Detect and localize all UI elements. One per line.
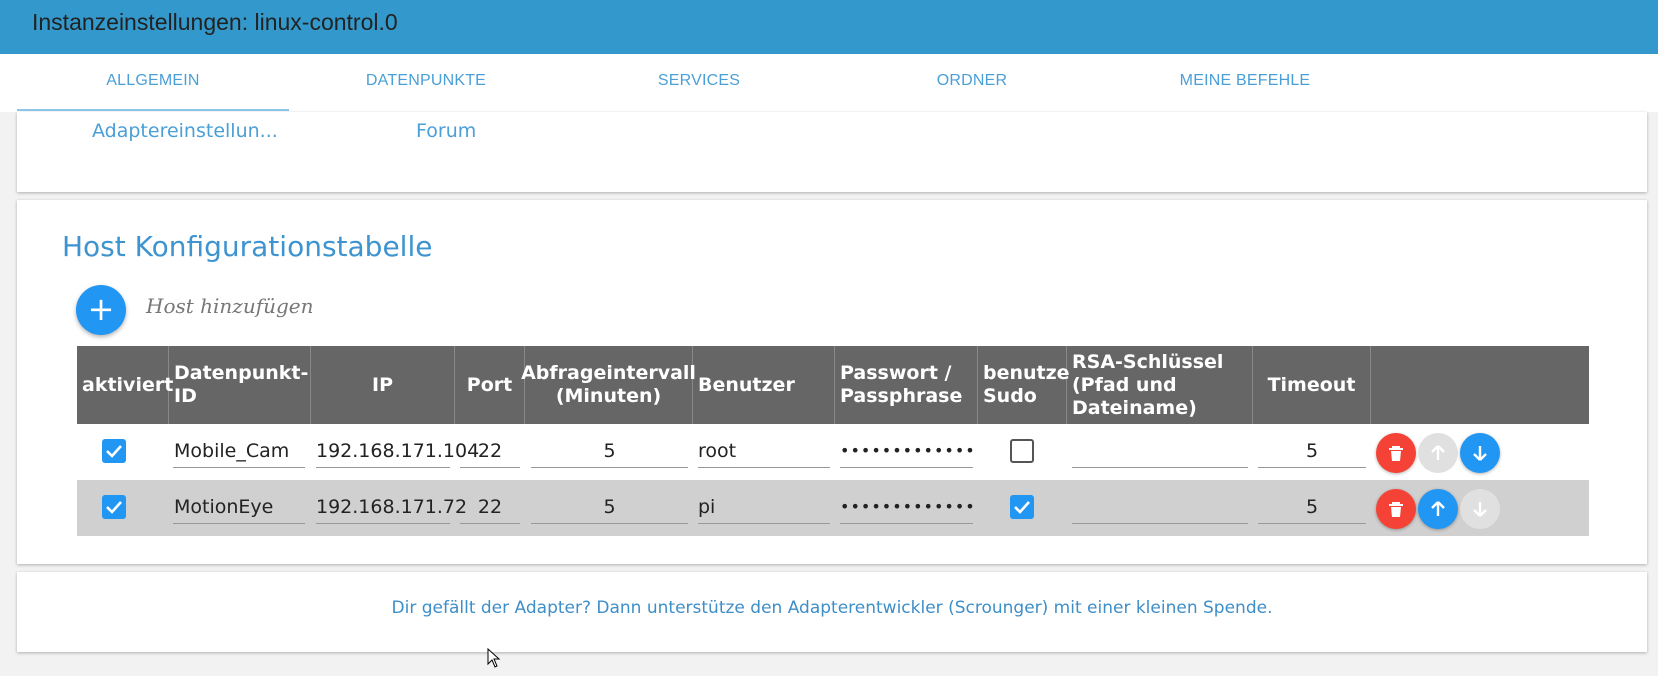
rsa-input[interactable] — [1072, 490, 1248, 524]
datenpunkt-id-input[interactable]: MotionEye — [173, 490, 305, 524]
tab-bar: ALLGEMEIN DATENPUNKTE SERVICES ORDNER ME… — [0, 54, 1658, 112]
check-icon — [106, 501, 122, 514]
check-icon — [106, 445, 122, 458]
table-row: Mobile_Cam 192.168.171.104 22 5 root •••… — [77, 424, 1589, 480]
tab-datenpunkte[interactable]: DATENPUNKTE — [290, 72, 562, 90]
donate-card: Dir gefällt der Adapter? Dann unterstütz… — [17, 572, 1647, 652]
user-input[interactable]: pi — [698, 490, 830, 524]
trash-icon — [1389, 502, 1403, 517]
interval-input[interactable]: 5 — [531, 490, 688, 524]
move-down-button[interactable] — [1460, 489, 1500, 529]
delete-button[interactable] — [1376, 489, 1416, 529]
move-down-button[interactable] — [1460, 433, 1500, 473]
rsa-input[interactable] — [1072, 434, 1248, 468]
page-title: Instanzeinstellungen: linux-control.0 — [32, 9, 398, 35]
add-host-label: Host hinzufügen — [146, 294, 314, 318]
col-datenpunkt-id: Datenpunkt- ID — [169, 346, 311, 424]
datenpunkt-id-input[interactable]: Mobile_Cam — [173, 434, 305, 468]
host-config-card: Host Konfigurationstabelle + Host hinzuf… — [17, 200, 1647, 564]
aktiviert-checkbox[interactable] — [102, 495, 126, 519]
table-row: MotionEye 192.168.171.72 22 5 pi •••••••… — [77, 480, 1589, 536]
move-up-button[interactable] — [1418, 433, 1458, 473]
table-header: aktiviert Datenpunkt- ID IP Port Abfragei… — [77, 346, 1589, 424]
port-input[interactable]: 22 — [460, 434, 520, 468]
col-port: Port — [455, 346, 525, 424]
adapter-settings-link[interactable]: Adaptereinstellun... — [92, 120, 278, 142]
tab-meine-befehle[interactable]: MEINE BEFEHLE — [1109, 72, 1381, 90]
ip-input[interactable]: 192.168.171.72 — [316, 490, 467, 524]
tab-services[interactable]: SERVICES — [563, 72, 835, 90]
arrow-down-icon — [1473, 502, 1487, 517]
col-abfrageintervall: Abfrageintervall (Minuten) — [521, 346, 696, 424]
aktiviert-checkbox[interactable] — [102, 439, 126, 463]
user-input[interactable]: root — [698, 434, 830, 468]
add-host-button[interactable]: + — [76, 285, 126, 335]
delete-button[interactable] — [1376, 433, 1416, 473]
timeout-input[interactable]: 5 — [1258, 434, 1366, 468]
col-passwort: Passwort / Passphrase — [835, 346, 978, 424]
timeout-input[interactable]: 5 — [1258, 490, 1366, 524]
tab-ordner[interactable]: ORDNER — [836, 72, 1108, 90]
trash-icon — [1389, 446, 1403, 461]
col-aktiviert: aktiviert — [77, 346, 173, 424]
col-benutzer: Benutzer — [693, 346, 835, 424]
donate-link[interactable]: Dir gefällt der Adapter? Dann unterstütz… — [17, 598, 1647, 618]
ip-input[interactable]: 192.168.171.104 — [316, 434, 479, 468]
plus-icon: + — [87, 290, 115, 328]
forum-link[interactable]: Forum — [416, 120, 476, 142]
sudo-checkbox[interactable] — [1010, 495, 1034, 519]
password-input[interactable]: ••••••••••••• — [840, 434, 975, 468]
tab-allgemein[interactable]: ALLGEMEIN — [17, 72, 289, 90]
links-card: Adaptereinstellun... Forum — [17, 112, 1647, 192]
col-actions — [1371, 346, 1589, 424]
section-title: Host Konfigurationstabelle — [62, 230, 433, 263]
col-timeout: Timeout — [1253, 346, 1371, 424]
sudo-checkbox[interactable] — [1010, 439, 1034, 463]
check-icon — [1014, 501, 1030, 514]
active-tab-indicator — [17, 109, 289, 111]
arrow-up-icon — [1431, 501, 1445, 516]
mouse-cursor-icon — [487, 648, 501, 668]
interval-input[interactable]: 5 — [531, 434, 688, 468]
password-input[interactable]: ••••••••••••• — [840, 490, 975, 524]
arrow-down-icon — [1473, 446, 1487, 461]
move-up-button[interactable] — [1418, 489, 1458, 529]
col-rsa: RSA-Schlüssel (Pfad und Dateiname) — [1067, 346, 1253, 424]
col-ip: IP — [311, 346, 455, 424]
col-sudo: benutze Sudo — [978, 346, 1070, 424]
port-input[interactable]: 22 — [460, 490, 520, 524]
arrow-up-icon — [1431, 445, 1445, 460]
app-header: Instanzeinstellungen: linux-control.0 — [0, 0, 1658, 54]
